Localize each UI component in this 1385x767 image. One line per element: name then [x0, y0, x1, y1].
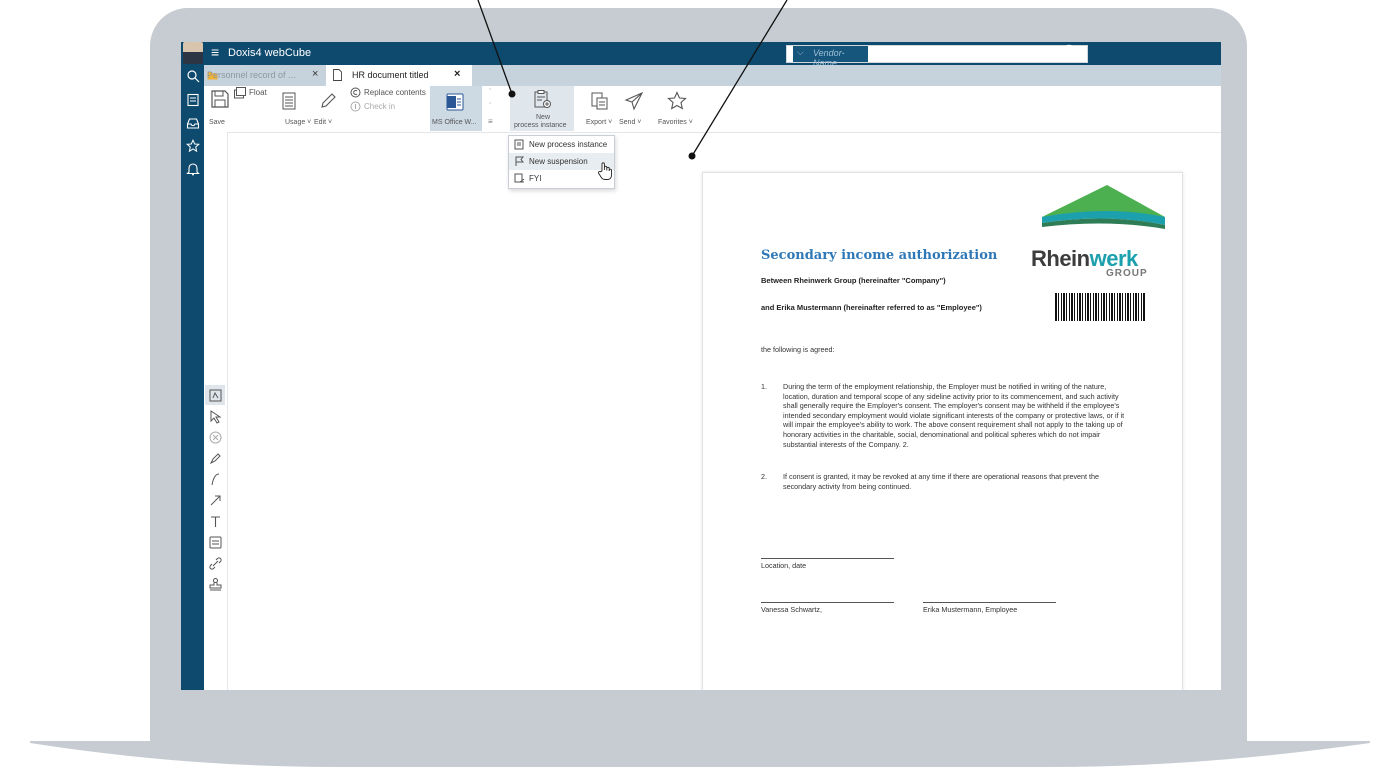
callout-lines: [477, 0, 788, 160]
